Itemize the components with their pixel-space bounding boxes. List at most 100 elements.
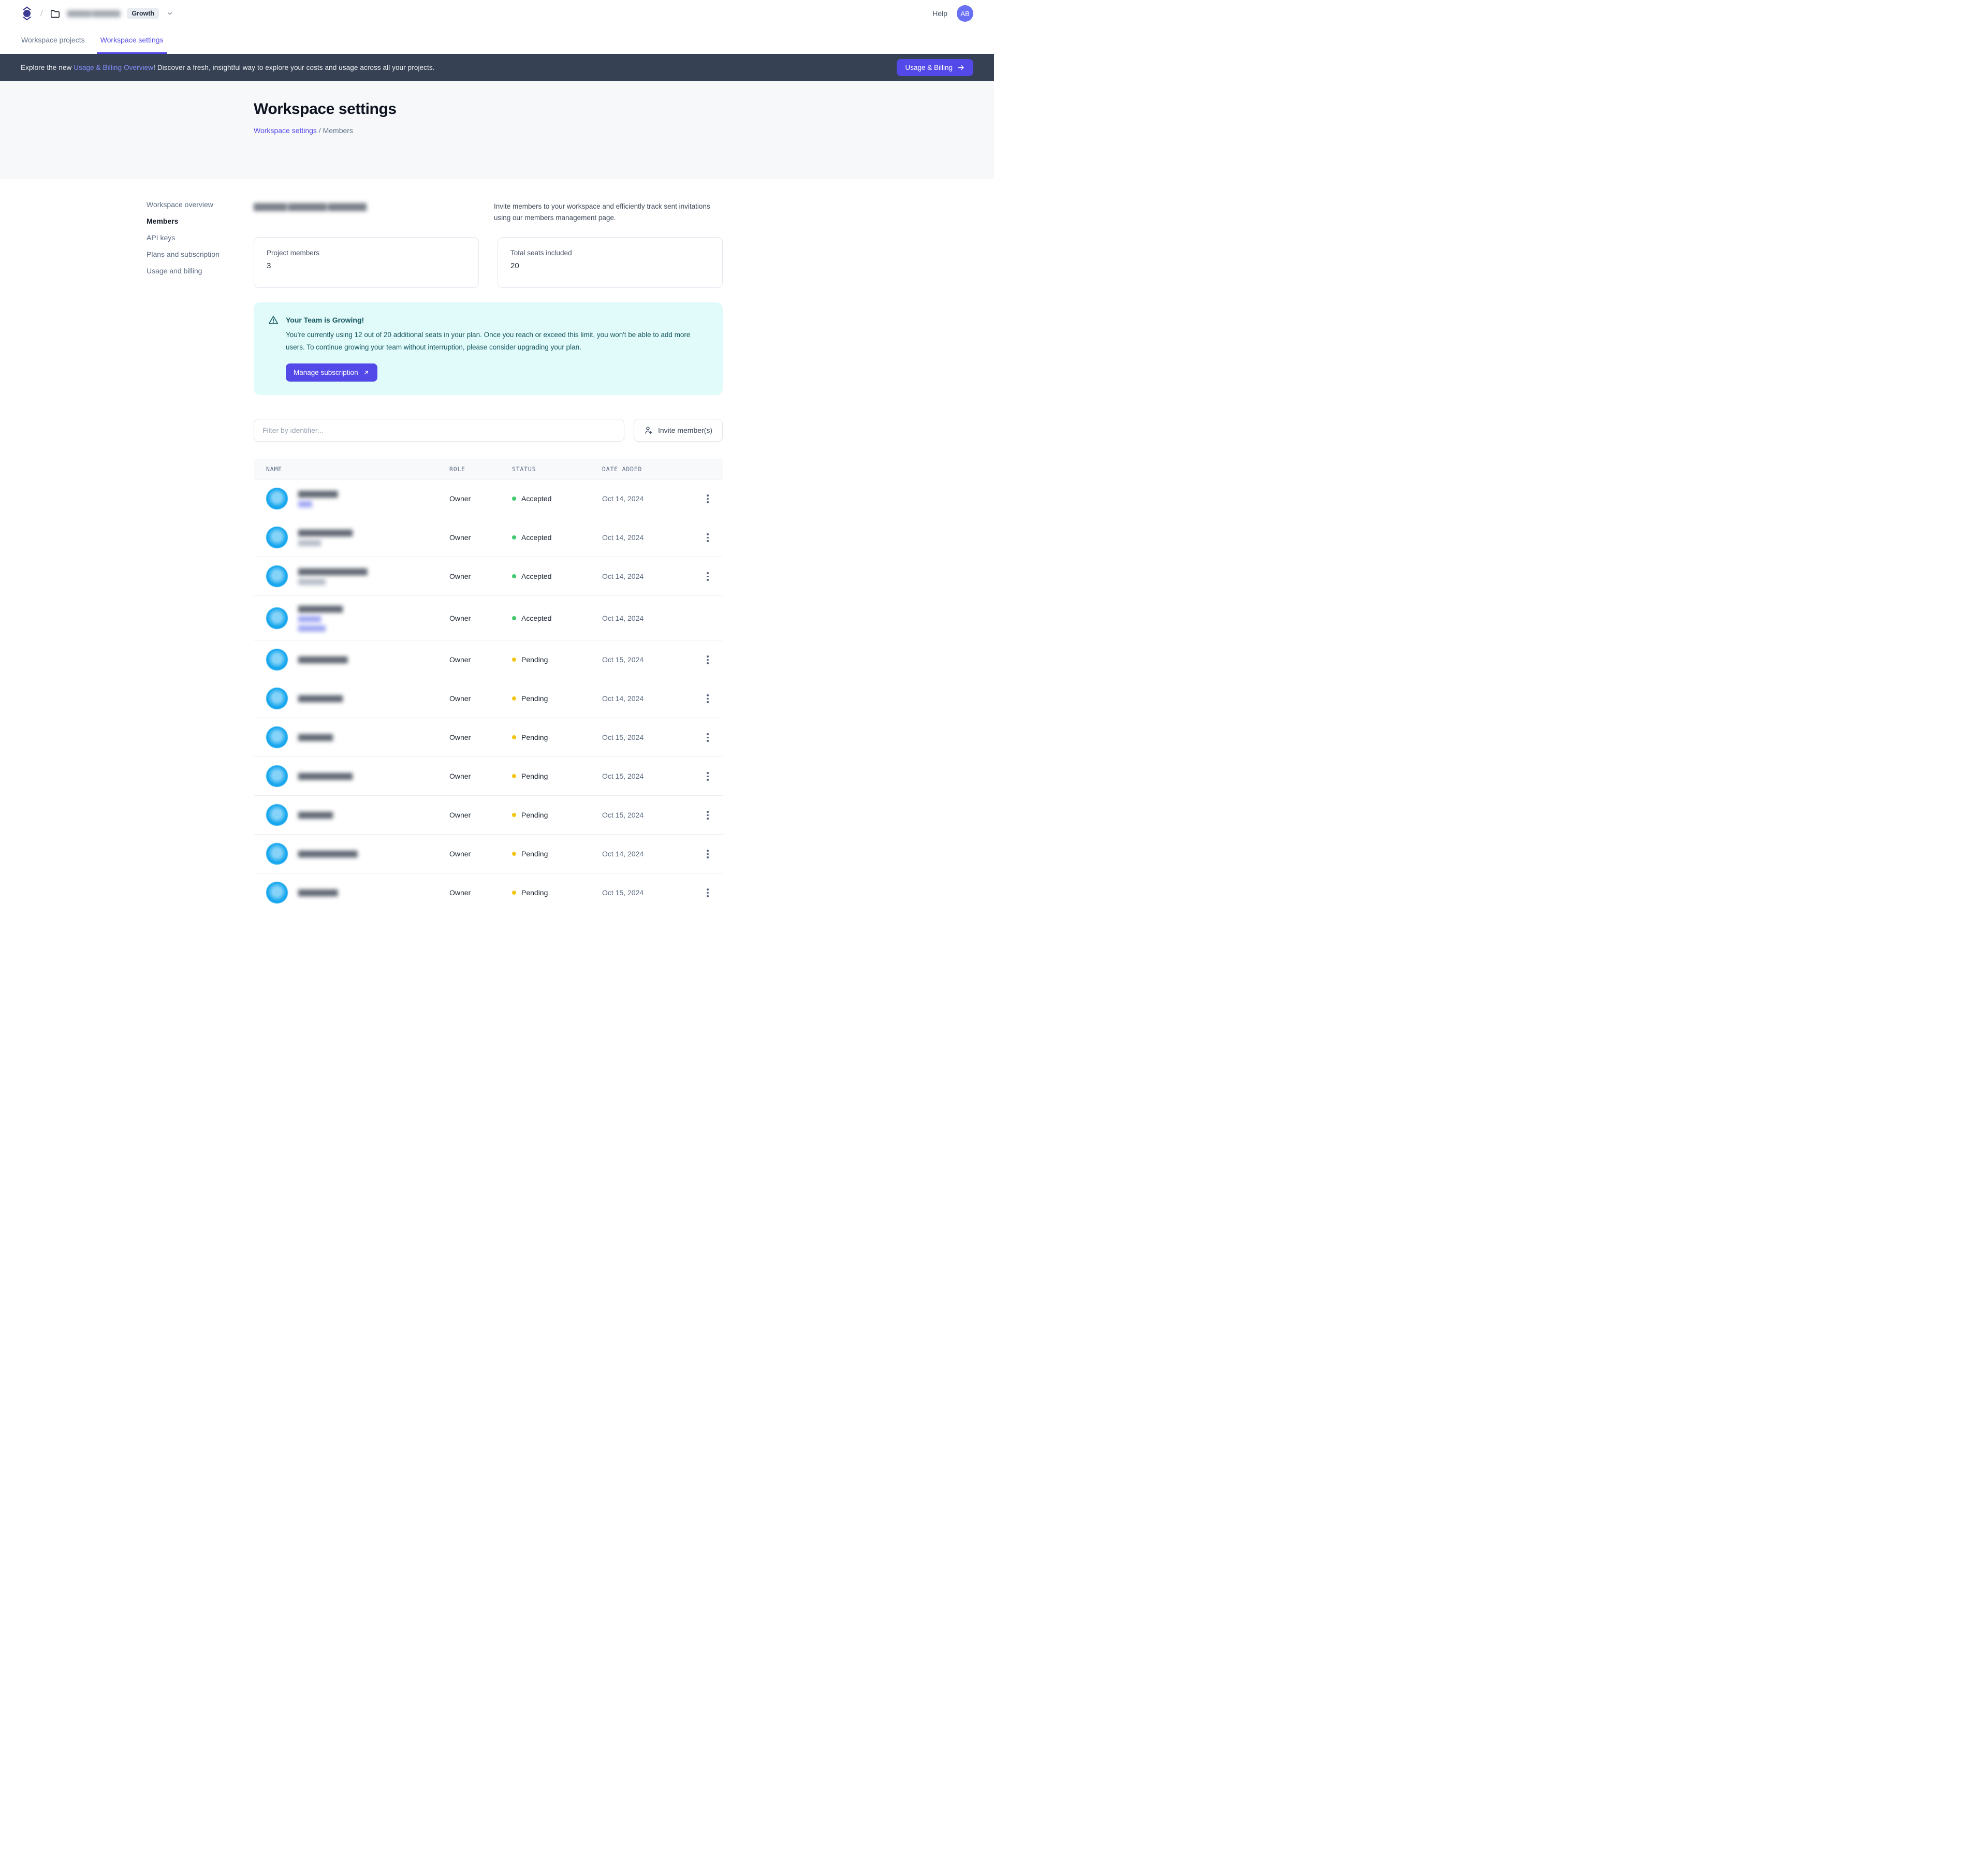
avatar [266,843,288,865]
date-added: Oct 15, 2024 [602,888,693,897]
members-description: Invite members to your workspace and eff… [494,201,723,225]
member-name-redacted: ▇▇▇▇▇▇ [298,578,367,585]
chevron-down-icon[interactable] [166,10,173,17]
status-dot-pending [512,774,516,778]
workspace-name-redacted[interactable]: ▇▇▇▇▇ ▇▇▇▇▇▇ [67,9,120,18]
status-text: Pending [521,888,548,897]
row-menu-button[interactable] [700,807,715,823]
status-badge: Pending [512,694,602,703]
banner-text-suffix: ! Discover a fresh, insightful way to ex… [153,64,434,71]
avatar [266,882,288,903]
member-email-redacted[interactable]: ▇▇▇▇▇▇▇▇ [298,888,338,897]
member-email-redacted[interactable]: ▇▇▇▇▇▇▇▇▇▇ [298,655,347,664]
user-plus-icon [644,426,653,435]
nav-breadcrumb: / ▇▇▇▇▇ ▇▇▇▇▇▇ Growth [21,6,173,21]
member-email-redacted[interactable]: ▇▇▇▇▇▇▇ [298,733,332,741]
avatar [266,527,288,548]
member-email-redacted[interactable]: ▇▇▇▇▇▇▇▇▇ [298,605,342,613]
breadcrumb-link-workspace-settings[interactable]: Workspace settings [254,126,317,135]
stat-value: 3 [267,261,466,270]
status-text: Accepted [521,533,551,542]
row-menu-button[interactable] [700,845,715,862]
user-avatar[interactable]: AB [957,5,973,22]
member-role: Owner [449,572,512,580]
status-text: Pending [521,772,548,780]
table-row: ▇▇▇▇▇▇▇▇ Owner Pending Oct 15, 2024 [254,873,723,912]
status-text: Pending [521,694,548,703]
member-email-redacted[interactable]: ▇▇▇▇▇▇▇▇▇▇▇ [298,529,352,537]
plan-badge: Growth [127,8,159,19]
member-email-redacted[interactable]: ▇▇▇▇▇▇▇▇ [298,490,338,498]
status-text: Accepted [521,494,551,503]
row-menu-button[interactable] [700,884,715,901]
invite-members-button[interactable]: Invite member(s) [634,419,723,442]
status-text: Pending [521,811,548,819]
sidebar-item-usage-and-billing[interactable]: Usage and billing [147,267,254,275]
filter-input[interactable] [254,419,624,442]
member-email-redacted[interactable]: ▇▇▇▇▇▇▇ [298,811,332,819]
app-logo-icon[interactable] [21,6,33,21]
manage-subscription-button[interactable]: Manage subscription [286,363,377,382]
status-dot-accepted [512,535,516,540]
sidebar-item-workspace-overview[interactable]: Workspace overview [147,201,254,209]
member-name-redacted: ▇▇▇ [298,500,338,507]
breadcrumb: Workspace settings / Members [254,126,994,135]
tab-workspace-projects[interactable]: Workspace projects [18,27,89,54]
table-row: ▇▇▇▇▇▇▇▇▇▇OwnerPendingOct 15, 2024 [254,640,723,679]
member-role: Owner [449,888,512,897]
arrow-right-icon [957,64,965,71]
column-header-status: STATUS [512,465,602,473]
row-menu-button[interactable] [700,568,715,585]
member-email-redacted[interactable]: ▇▇▇▇▇▇▇▇▇▇▇▇ [298,850,357,858]
row-menu-button[interactable] [700,729,715,746]
member-email-redacted[interactable]: ▇▇▇▇▇▇▇▇▇▇▇▇▇▇ [298,567,367,576]
column-header-role: ROLE [449,465,512,473]
table-row: ▇▇▇▇▇▇▇▇▇▇▇▇OwnerPendingOct 14, 2024 [254,835,723,873]
column-header-name: NAME [254,465,449,473]
avatar [266,488,288,509]
status-text: Pending [521,733,548,741]
row-menu-button[interactable] [700,651,715,668]
manage-subscription-label: Manage subscription [294,369,358,376]
table-row: ▇▇▇▇▇▇▇▇▇▇▇OwnerPendingOct 15, 2024 [254,757,723,796]
member-role: Owner [449,850,512,858]
avatar [266,726,288,748]
tab-workspace-settings[interactable]: Workspace settings [97,27,167,54]
members-heading-redacted: ▇▇▇▇▇▇ ▇▇▇▇▇▇▇ ▇▇▇▇▇▇▇ [254,201,366,225]
banner-link[interactable]: Usage & Billing Overview [74,64,153,71]
date-added: Oct 14, 2024 [602,614,693,622]
member-name-redacted: ▇▇▇▇▇▇ [298,624,342,632]
date-added: Oct 14, 2024 [602,494,693,503]
table-row: ▇▇▇▇▇▇▇OwnerPendingOct 15, 2024 [254,796,723,835]
row-menu-button[interactable] [700,690,715,707]
status-badge: Pending [512,655,602,664]
row-menu-button[interactable] [700,490,715,507]
sidebar-item-members[interactable]: Members [147,217,254,225]
member-email-redacted[interactable]: ▇▇▇▇▇▇▇▇▇▇▇ [298,772,352,780]
row-menu-button[interactable] [700,529,715,546]
page-title: Workspace settings [254,100,994,118]
sidebar-item-api-keys[interactable]: API keys [147,234,254,242]
status-dot-pending [512,658,516,662]
member-name-redacted: ▇▇▇▇▇ [298,615,342,622]
avatar [266,804,288,826]
sidebar-item-plans-and-subscription[interactable]: Plans and subscription [147,251,254,258]
member-role: Owner [449,494,512,503]
breadcrumb-separator: / [319,126,321,135]
date-added: Oct 14, 2024 [602,572,693,580]
row-menu-button[interactable] [700,768,715,784]
external-link-arrow-icon [363,369,370,376]
column-header-date-added: DATE ADDED [602,465,693,473]
usage-billing-button[interactable]: Usage & Billing [897,59,973,76]
stat-card-total-seats-included: Total seats included20 [498,237,723,288]
usage-billing-button-label: Usage & Billing [905,64,953,71]
usage-billing-banner: Explore the new Usage & Billing Overview… [0,54,994,81]
table-row: ▇▇▇▇▇▇▇OwnerPendingOct 15, 2024 [254,718,723,757]
member-stats: Project members3Total seats included20 [254,237,723,288]
team-growing-alert: Your Team is Growing! You're currently u… [254,302,723,395]
help-link[interactable]: Help [932,9,947,18]
table-row: ▇▇▇▇▇▇▇▇▇▇▇▇▇▇▇▇▇▇▇▇OwnerAcceptedOct 14,… [254,557,723,596]
avatar [266,649,288,670]
warning-icon [268,315,279,325]
member-email-redacted[interactable]: ▇▇▇▇▇▇▇▇▇ [298,694,342,703]
